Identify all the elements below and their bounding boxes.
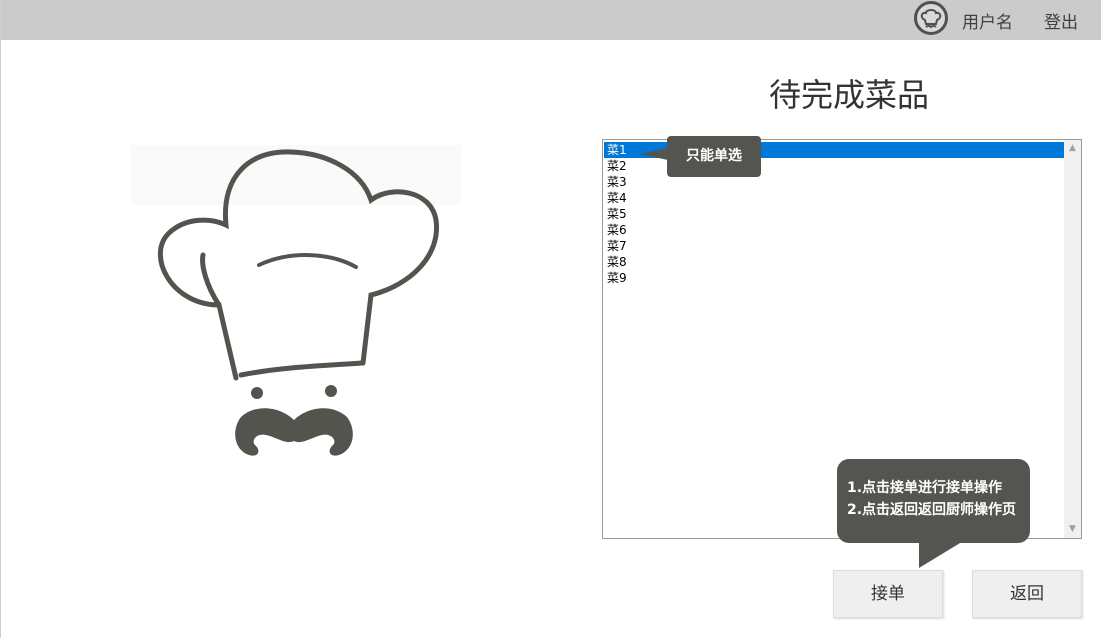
dish-list-item[interactable]: 菜9 bbox=[604, 270, 1064, 286]
back-button[interactable]: 返回 bbox=[972, 570, 1082, 618]
dish-list-item[interactable]: 菜6 bbox=[604, 222, 1064, 238]
scroll-down-icon[interactable]: ▼ bbox=[1064, 521, 1081, 538]
chef-logo bbox=[131, 145, 461, 465]
accept-order-button[interactable]: 接单 bbox=[833, 570, 943, 618]
top-bar: 用户名 登出 bbox=[1, 0, 1101, 40]
dish-list-item[interactable]: 菜4 bbox=[604, 190, 1064, 206]
dish-list-item[interactable]: 菜7 bbox=[604, 238, 1064, 254]
instruction-line-2: 2.点击返回返回厨师操作页 bbox=[847, 502, 1017, 518]
chef-avatar-icon[interactable] bbox=[914, 1, 948, 35]
logout-button[interactable]: 登出 bbox=[1044, 8, 1078, 33]
instruction-tooltip-tail bbox=[919, 540, 965, 568]
username-label: 用户名 bbox=[962, 13, 1013, 33]
single-select-tooltip: 只能单选 bbox=[667, 136, 761, 177]
scroll-up-icon[interactable]: ▲ bbox=[1064, 140, 1081, 157]
instruction-tooltip: 1.点击接单进行接单操作 2.点击返回返回厨师操作页 bbox=[837, 459, 1030, 543]
page-title: 待完成菜品 bbox=[768, 76, 929, 114]
instruction-line-1: 1.点击接单进行接单操作 bbox=[847, 480, 1003, 496]
dish-list-item[interactable]: 菜8 bbox=[604, 254, 1064, 270]
list-scrollbar[interactable]: ▲ ▼ bbox=[1064, 140, 1081, 538]
dish-list-item[interactable]: 菜5 bbox=[604, 206, 1064, 222]
single-select-tooltip-tail bbox=[640, 148, 668, 160]
